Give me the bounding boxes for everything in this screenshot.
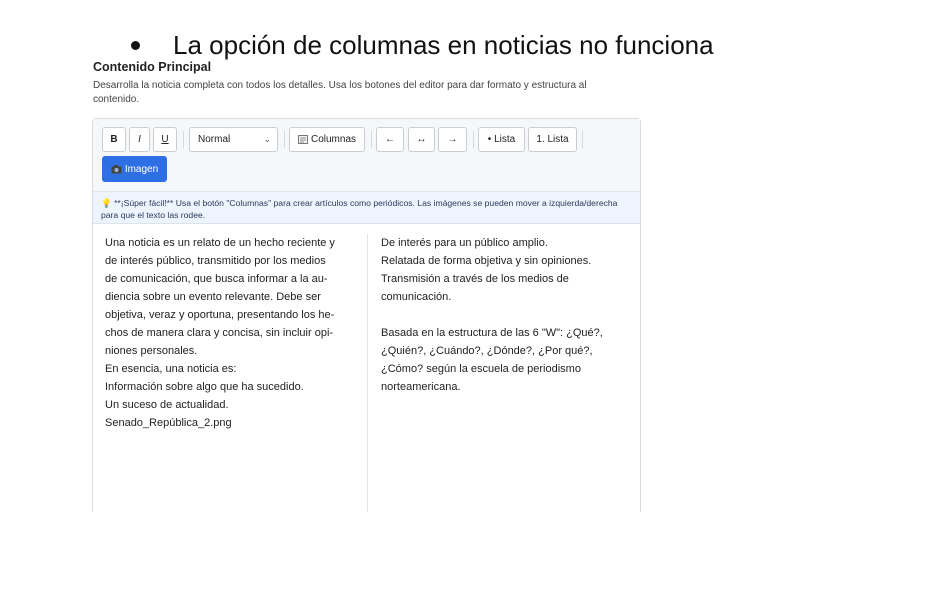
section-title: Contenido Principal — [93, 61, 212, 74]
editor-toolbar: B I U Normal ⌄ Columnas ← ↔ → • Lista 1.… — [93, 119, 640, 192]
content-column-right[interactable]: De interés para un público amplio. Relat… — [381, 234, 631, 396]
columns-label: Columnas — [310, 134, 357, 145]
format-select-value: Normal — [198, 134, 231, 145]
columns-button[interactable]: Columnas — [289, 127, 365, 152]
image-button[interactable]: Imagen — [102, 156, 167, 182]
toolbar-divider — [284, 131, 285, 148]
rich-text-editor: B I U Normal ⌄ Columnas ← ↔ → • Lista 1.… — [92, 118, 641, 512]
toolbar-divider — [582, 131, 583, 148]
toolbar-divider — [371, 131, 372, 148]
align-center-button[interactable]: ↔ — [408, 127, 435, 152]
newspaper-icon — [297, 135, 308, 144]
format-select[interactable]: Normal ⌄ — [189, 127, 278, 152]
toolbar-divider — [183, 131, 184, 148]
editor-screenshot: Contenido Principal Desarrolla la notici… — [90, 61, 654, 512]
column-divider — [367, 234, 368, 512]
bullet-list-button[interactable]: • Lista — [478, 127, 525, 152]
image-label: Imagen — [124, 163, 159, 175]
italic-button[interactable]: I — [129, 127, 150, 152]
note-text: La opción de columnas en noticias no fun… — [173, 30, 714, 60]
camera-icon — [111, 164, 122, 173]
content-column-left[interactable]: Una noticia es un relato de un hecho rec… — [105, 234, 360, 432]
tip-banner: 💡 **¡Súper fácil!** Usa el botón "Column… — [93, 192, 640, 224]
note-bullet: La opción de columnas en noticias no fun… — [127, 30, 714, 61]
editor-content[interactable]: Una noticia es un relato de un hecho rec… — [93, 224, 640, 512]
chevron-down-icon: ⌄ — [263, 134, 271, 144]
bullet-dot-icon — [131, 41, 140, 50]
section-description: Desarrolla la noticia completa con todos… — [93, 80, 587, 105]
bold-button[interactable]: B — [102, 127, 126, 152]
underline-button[interactable]: U — [153, 127, 177, 152]
numbered-list-button[interactable]: 1. Lista — [528, 127, 577, 152]
align-left-button[interactable]: ← — [376, 127, 404, 152]
toolbar-divider — [473, 131, 474, 148]
align-right-button[interactable]: → — [438, 127, 467, 152]
